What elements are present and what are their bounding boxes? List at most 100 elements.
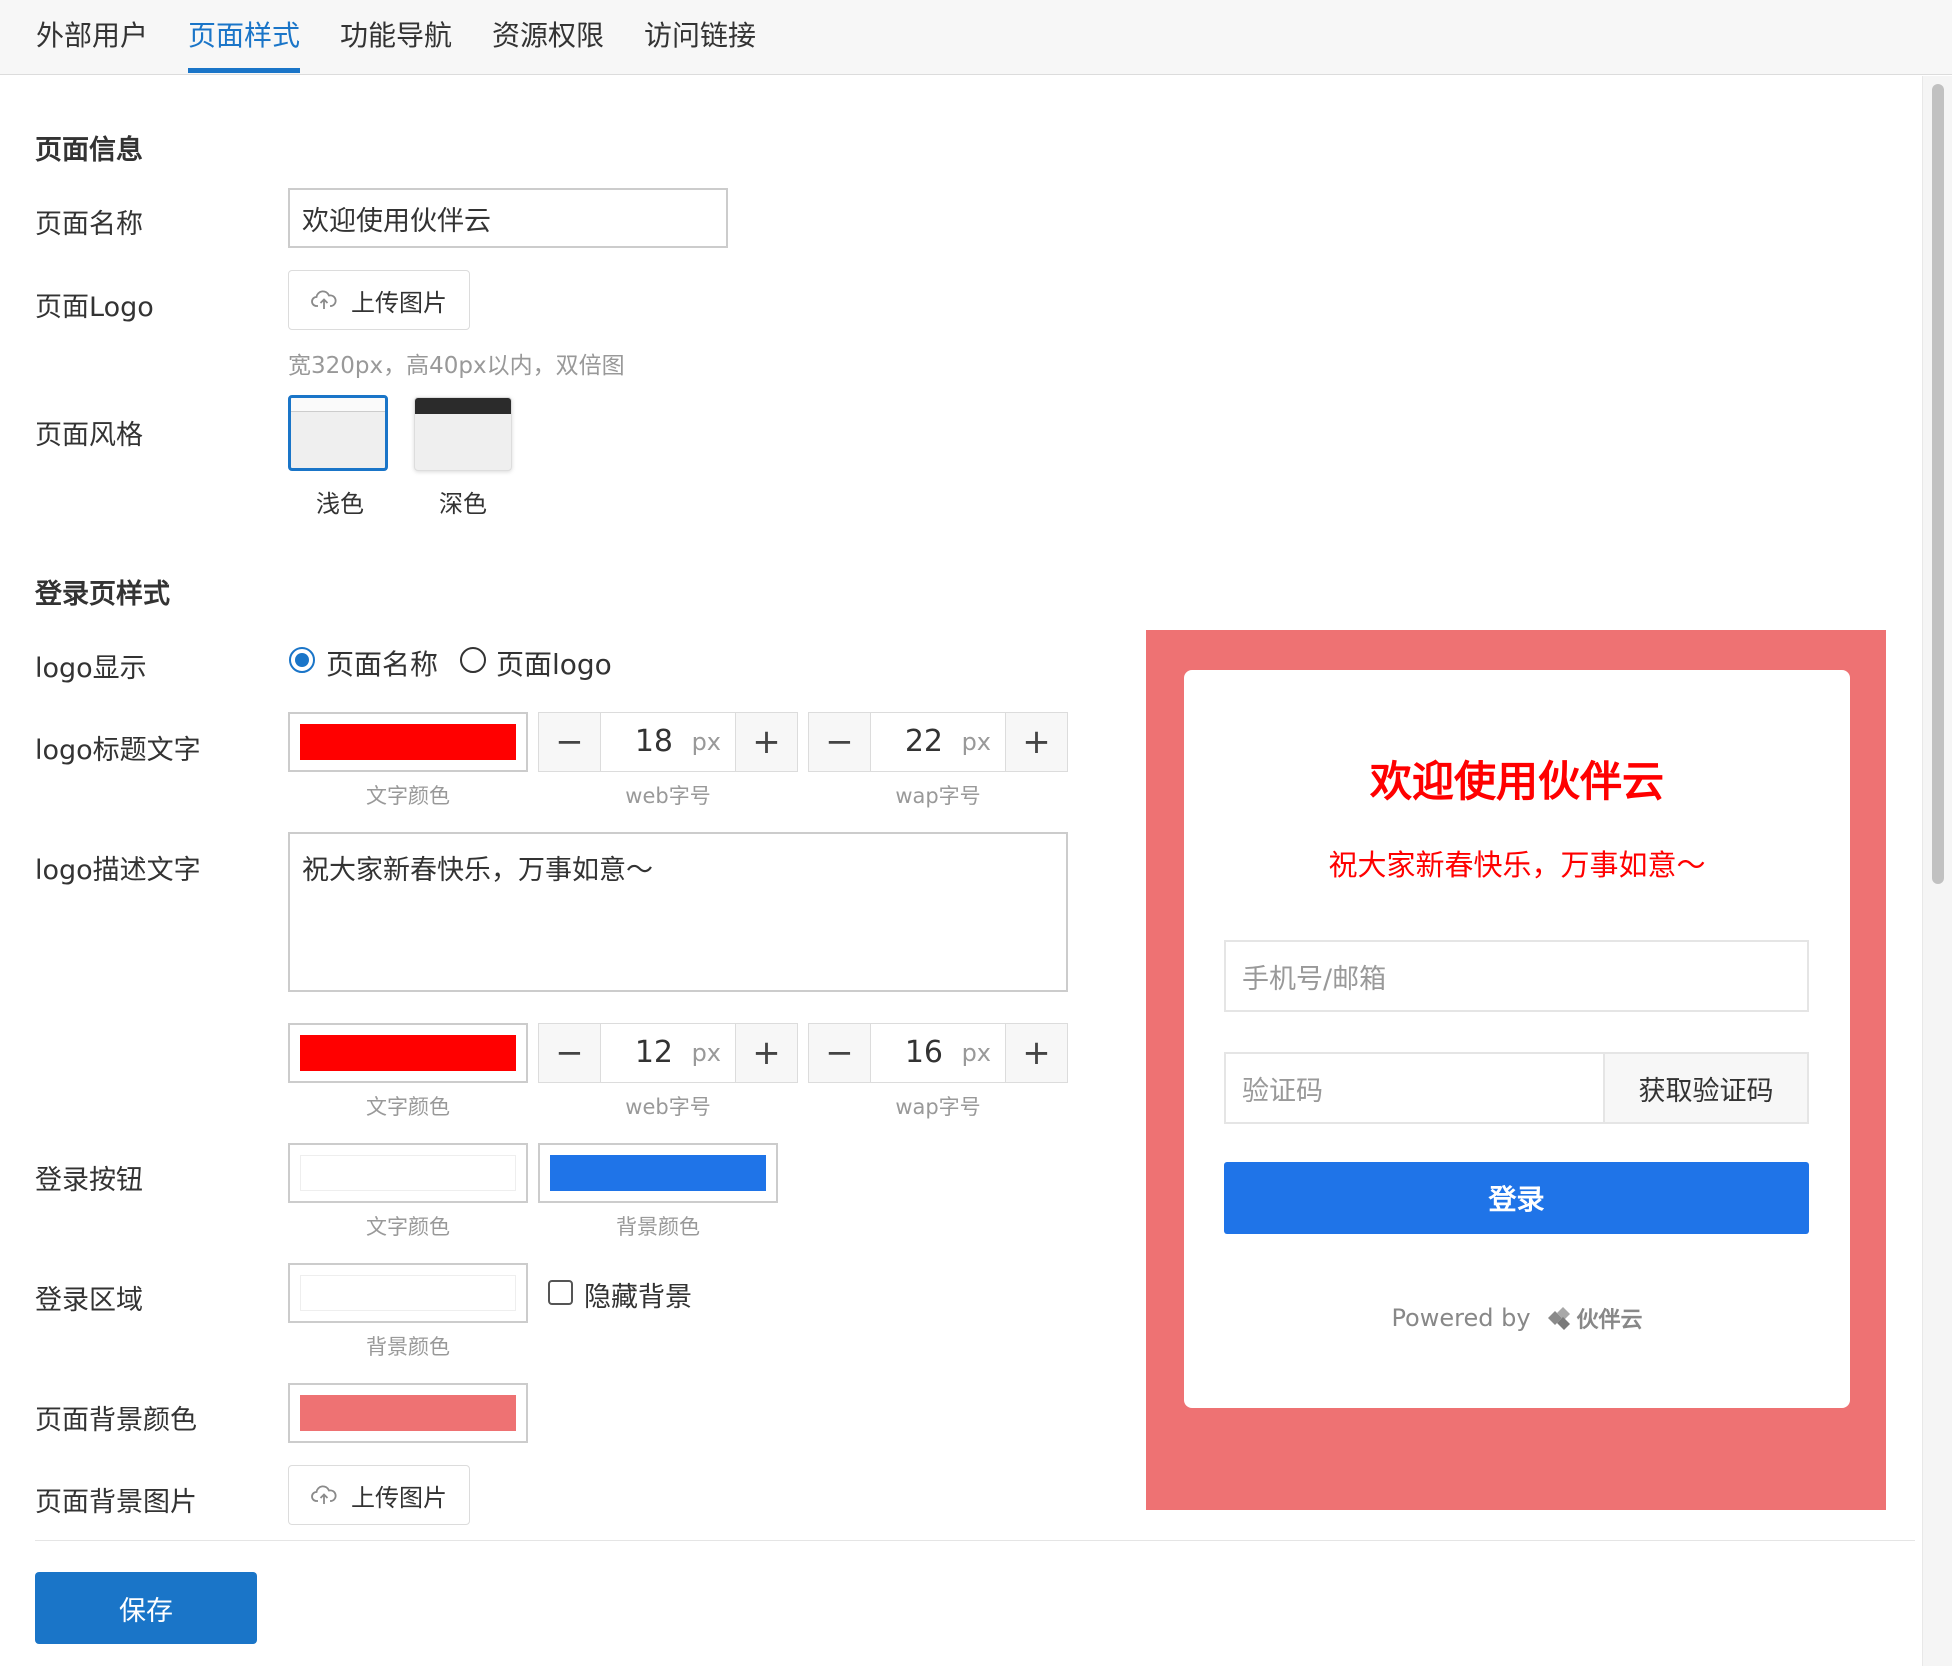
desc-web-size-decrement[interactable]: − [539, 1024, 601, 1082]
title-web-size-increment[interactable]: + [735, 713, 797, 771]
logo-desc-textarea[interactable]: 祝大家新春快乐，万事如意～ [288, 832, 1068, 992]
title-color-swatch [300, 724, 516, 760]
tab-navigation[interactable]: 功能导航 [340, 14, 452, 54]
preview-phone-input[interactable]: 手机号/邮箱 [1224, 940, 1809, 1012]
scrollbar-thumb[interactable] [1932, 84, 1944, 884]
style-dark-label: 深色 [439, 490, 487, 518]
logo-size-hint: 宽320px，高40px以内，双倍图 [288, 353, 625, 379]
radio-page-logo[interactable] [460, 647, 486, 673]
desc-color-swatch [300, 1035, 516, 1071]
title-wap-size-unit: px [961, 728, 991, 756]
radio-page-logo-label: 页面logo [496, 648, 612, 681]
hide-background-checkbox[interactable] [548, 1280, 573, 1305]
page-name-value: 欢迎使用伙伴云 [302, 205, 491, 237]
desc-color-caption: 文字颜色 [366, 1095, 450, 1119]
desc-web-size-caption: web字号 [625, 1095, 711, 1119]
title-wap-size-stepper: − 22 px + [808, 712, 1068, 772]
page-style-label: 页面风格 [35, 420, 143, 451]
desc-wap-size-increment[interactable]: + [1005, 1024, 1067, 1082]
desc-wap-size-unit: px [961, 1039, 991, 1067]
login-btn-bg-color-picker[interactable] [538, 1143, 778, 1203]
page-bg-color-swatch [300, 1395, 516, 1431]
preview-code-placeholder: 验证码 [1242, 1075, 1323, 1107]
title-wap-size-value[interactable]: 22 [905, 724, 943, 759]
style-light-label: 浅色 [316, 490, 364, 518]
page-logo-label: 页面Logo [35, 292, 154, 323]
upload-cloud-icon [311, 290, 337, 309]
brand-logo: 伙伴云 [1545, 1302, 1643, 1334]
page-bg-color-label: 页面背景颜色 [35, 1405, 197, 1436]
desc-wap-size-decrement[interactable]: − [809, 1024, 871, 1082]
upload-cloud-icon [311, 1485, 337, 1504]
title-color-picker[interactable] [288, 712, 528, 772]
login-preview: 欢迎使用伙伴云 祝大家新春快乐，万事如意～ 手机号/邮箱 验证码 获取验证码 登… [1146, 630, 1886, 1510]
title-web-size-unit: px [691, 728, 721, 756]
login-area-bg-color-picker[interactable] [288, 1263, 528, 1323]
desc-wap-size-caption: wap字号 [895, 1095, 981, 1119]
title-color-caption: 文字颜色 [366, 784, 450, 808]
section-title-page-info: 页面信息 [35, 135, 143, 166]
desc-web-size-unit: px [691, 1039, 721, 1067]
title-web-size-stepper: − 18 px + [538, 712, 798, 772]
preview-code-input[interactable]: 验证码 [1224, 1052, 1605, 1124]
logo-title-text-label: logo标题文字 [35, 735, 201, 766]
radio-page-name-label: 页面名称 [326, 648, 439, 681]
login-area-bg-color-swatch [300, 1275, 516, 1311]
preview-description: 祝大家新春快乐，万事如意～ [1328, 848, 1706, 882]
login-btn-text-color-caption: 文字颜色 [366, 1215, 450, 1239]
login-btn-bg-color-caption: 背景颜色 [616, 1215, 700, 1239]
page-name-input[interactable]: 欢迎使用伙伴云 [288, 188, 728, 248]
title-web-size-value[interactable]: 18 [635, 724, 673, 759]
page-bg-image-label: 页面背景图片 [35, 1487, 197, 1518]
desc-web-size-increment[interactable]: + [735, 1024, 797, 1082]
preview-login-card: 欢迎使用伙伴云 祝大家新春快乐，万事如意～ 手机号/邮箱 验证码 获取验证码 登… [1184, 670, 1850, 1408]
logo-desc-label: logo描述文字 [35, 855, 201, 886]
title-wap-size-decrement[interactable]: − [809, 713, 871, 771]
style-light-option[interactable] [288, 395, 388, 471]
upload-logo-label: 上传图片 [351, 288, 447, 317]
title-wap-size-increment[interactable]: + [1005, 713, 1067, 771]
desc-wap-size-stepper: − 16 px + [808, 1023, 1068, 1083]
page-bg-color-picker[interactable] [288, 1383, 528, 1443]
radio-page-name[interactable] [289, 647, 315, 673]
title-wap-size-caption: wap字号 [895, 784, 981, 808]
vertical-scrollbar[interactable] [1922, 76, 1952, 1666]
login-area-bg-caption: 背景颜色 [366, 1335, 450, 1359]
preview-powered-by: Powered by 伙伴云 [1184, 1302, 1850, 1334]
tab-page-style[interactable]: 页面样式 [188, 14, 300, 54]
tab-external-users[interactable]: 外部用户 [36, 14, 148, 54]
logo-display-label: logo显示 [35, 653, 147, 684]
upload-logo-button[interactable]: 上传图片 [288, 270, 470, 330]
preview-phone-placeholder: 手机号/邮箱 [1242, 963, 1387, 995]
upload-bg-image-label: 上传图片 [351, 1483, 447, 1512]
footer-divider [35, 1540, 1915, 1541]
desc-color-picker[interactable] [288, 1023, 528, 1083]
brand-name: 伙伴云 [1576, 1308, 1643, 1333]
page-name-label: 页面名称 [35, 209, 143, 240]
tab-bar: 外部用户 页面样式 功能导航 资源权限 访问链接 [0, 0, 1952, 75]
brand-logo-icon [1547, 1307, 1570, 1330]
powered-by-text: Powered by [1391, 1304, 1531, 1332]
active-tab-indicator [188, 68, 300, 73]
login-area-label: 登录区域 [35, 1285, 143, 1316]
login-button-label: 登录按钮 [35, 1165, 143, 1196]
upload-bg-image-button[interactable]: 上传图片 [288, 1465, 470, 1525]
tab-access-link[interactable]: 访问链接 [644, 14, 756, 54]
login-btn-bg-color-swatch [550, 1155, 766, 1191]
preview-get-code-button[interactable]: 获取验证码 [1603, 1052, 1809, 1124]
desc-web-size-value[interactable]: 12 [635, 1035, 673, 1070]
preview-title: 欢迎使用伙伴云 [1369, 757, 1664, 806]
logo-desc-value: 祝大家新春快乐，万事如意～ [302, 855, 653, 886]
hide-background-label: 隐藏背景 [584, 1282, 692, 1313]
save-button[interactable]: 保存 [35, 1572, 257, 1644]
style-dark-option[interactable] [414, 397, 512, 471]
login-btn-text-color-picker[interactable] [288, 1143, 528, 1203]
desc-web-size-stepper: − 12 px + [538, 1023, 798, 1083]
title-web-size-caption: web字号 [625, 784, 711, 808]
desc-wap-size-value[interactable]: 16 [905, 1035, 943, 1070]
section-title-login-style: 登录页样式 [35, 579, 170, 610]
title-web-size-decrement[interactable]: − [539, 713, 601, 771]
login-btn-text-color-swatch [300, 1155, 516, 1191]
preview-login-button[interactable]: 登录 [1224, 1162, 1809, 1234]
tab-resource-permissions[interactable]: 资源权限 [492, 14, 604, 54]
